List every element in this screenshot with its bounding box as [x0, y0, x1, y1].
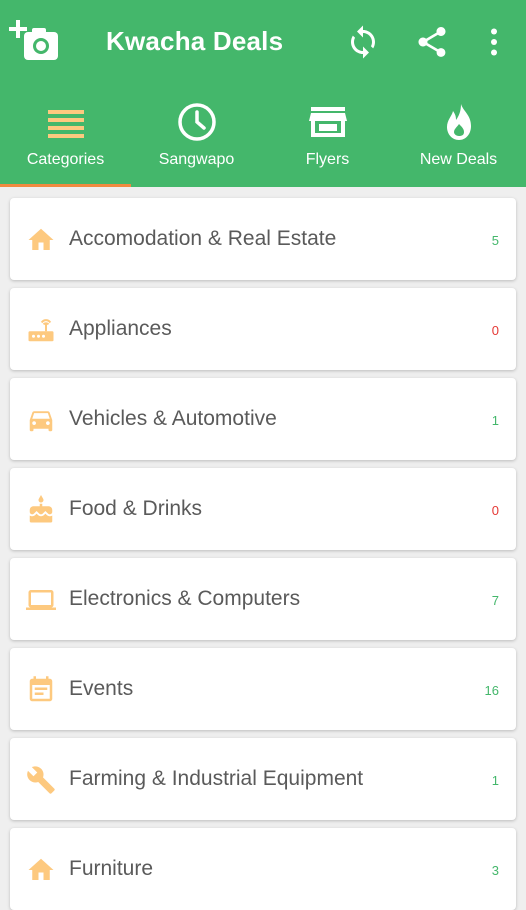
car-icon [29, 411, 53, 432]
home-icon [28, 858, 54, 880]
category-name: Vehicles & Automotive [69, 407, 277, 430]
category-count: 5 [491, 233, 499, 248]
category-name: Food & Drinks [69, 497, 203, 520]
category-item-farming[interactable]: Farming & Industrial Equipment 1 [10, 738, 516, 820]
more-vert-icon[interactable] [476, 24, 512, 60]
category-count: 0 [491, 323, 499, 338]
category-name: Accomodation & Real Estate [69, 227, 337, 250]
home-icon [28, 228, 54, 250]
store-icon [309, 107, 347, 137]
list-icon [48, 110, 84, 138]
category-count: 1 [491, 413, 499, 428]
category-item-electronics[interactable]: Electronics & Computers 7 [10, 558, 516, 640]
category-item-vehicles[interactable]: Vehicles & Automotive 1 [10, 378, 516, 460]
clock-icon [178, 103, 216, 141]
category-count: 3 [491, 863, 499, 878]
category-name: Electronics & Computers [69, 587, 301, 610]
wrench-icon [27, 766, 55, 794]
tab-bar: Categories Sangwapo Flyers New Deals [0, 96, 526, 187]
category-item-food[interactable]: Food & Drinks 0 [10, 468, 516, 550]
cake-icon [29, 495, 53, 523]
category-item-accomodation[interactable]: Accomodation & Real Estate 5 [10, 198, 516, 280]
tab-label: Sangwapo [158, 151, 235, 168]
flame-icon [447, 104, 471, 140]
category-item-furniture[interactable]: Furniture 3 [10, 828, 516, 910]
router-icon [28, 319, 54, 342]
app-title: Kwacha Deals [106, 26, 284, 56]
category-count: 7 [491, 593, 499, 608]
category-name: Farming & Industrial Equipment [69, 767, 364, 790]
laptop-icon [26, 590, 56, 610]
app-bar: Kwacha Deals Categories Sangwapo Flyers … [0, 0, 526, 187]
category-item-appliances[interactable]: Appliances 0 [10, 288, 516, 370]
tab-new-deals[interactable]: New Deals [393, 96, 524, 187]
toolbar: Kwacha Deals [0, 0, 526, 90]
calendar-icon [29, 676, 53, 702]
category-name: Furniture [69, 857, 154, 880]
tab-label: New Deals [419, 151, 498, 168]
category-count: 1 [491, 773, 499, 788]
add-photo-icon[interactable] [8, 18, 60, 66]
tab-label: Categories [26, 151, 105, 168]
category-count: 16 [484, 683, 499, 698]
share-icon[interactable] [414, 24, 450, 60]
tab-sangwapo[interactable]: Sangwapo [131, 96, 262, 187]
category-name: Events [69, 677, 134, 700]
refresh-icon[interactable] [345, 24, 381, 60]
selected-tab-indicator [0, 184, 131, 187]
category-name: Appliances [69, 317, 172, 340]
tab-categories[interactable]: Categories [0, 96, 131, 187]
category-count: 0 [491, 503, 499, 518]
tab-label: Flyers [305, 151, 350, 168]
category-item-events[interactable]: Events 16 [10, 648, 516, 730]
tab-flyers[interactable]: Flyers [262, 96, 393, 187]
